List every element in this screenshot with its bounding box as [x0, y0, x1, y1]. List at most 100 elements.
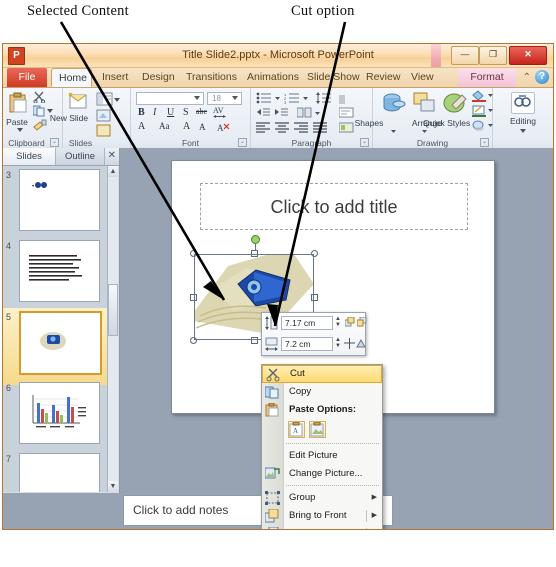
bold-button[interactable]: B — [138, 107, 145, 118]
close-button[interactable]: ✕ — [509, 46, 547, 65]
font-family-dropdown-icon[interactable] — [194, 95, 200, 101]
thumbnail-slide-5[interactable]: 5 — [3, 308, 109, 385]
italic-button[interactable]: I — [153, 107, 156, 118]
shape-outline-icon[interactable] — [472, 105, 486, 117]
new-slide-icon[interactable] — [68, 92, 88, 110]
close-pane-icon[interactable]: ✕ — [108, 150, 116, 161]
paragraph-dialog-launcher[interactable]: ⌄ — [360, 138, 369, 147]
align-center-icon[interactable] — [275, 122, 290, 133]
bullets-dropdown-icon[interactable] — [275, 96, 280, 101]
scroll-down-icon[interactable]: ▼ — [108, 481, 118, 492]
tab-design[interactable]: Design — [135, 68, 177, 87]
tab-transitions[interactable]: Transitions — [179, 68, 238, 87]
context-menu[interactable]: Cut Copy Paste Options: A Edit Picture C… — [261, 364, 383, 529]
text-direction-icon[interactable]: ||| — [339, 92, 355, 104]
numbering-dropdown-icon[interactable] — [303, 96, 308, 101]
arrange-dropdown-icon[interactable] — [422, 129, 427, 134]
tab-review[interactable]: Review — [359, 68, 402, 87]
align-right-icon[interactable] — [294, 122, 309, 133]
font-color-button[interactable]: A — [138, 121, 145, 132]
spinner-down-icon[interactable]: ▼ — [334, 343, 342, 349]
paste-icon[interactable] — [9, 92, 29, 114]
help-icon[interactable]: ? — [535, 70, 549, 84]
strikethrough-button[interactable]: abc — [196, 107, 207, 116]
paste-option-keep-source-formatting[interactable]: A — [288, 421, 305, 438]
minimize-ribbon-icon[interactable]: ⌃ — [523, 72, 531, 83]
decrease-font-size-button[interactable]: A — [199, 122, 206, 132]
layout-dropdown-icon[interactable] — [114, 97, 120, 103]
editing-label[interactable]: Editing — [493, 116, 553, 126]
shape-width-spinner[interactable]: ▲ ▼ — [334, 337, 342, 351]
columns-dropdown-icon[interactable] — [315, 111, 320, 116]
new-slide-label[interactable]: New Slide — [35, 113, 103, 123]
rotation-handle[interactable] — [251, 235, 260, 244]
shapes-dropdown-icon[interactable] — [391, 129, 396, 134]
decrease-indent-icon[interactable] — [256, 107, 271, 119]
quick-styles-icon[interactable] — [443, 91, 469, 115]
thumbnail-slide-6[interactable]: 6 — [3, 379, 109, 456]
scroll-up-icon[interactable]: ▲ — [108, 166, 118, 177]
thumbnail-slide-7[interactable]: 7 — [3, 450, 109, 492]
shapes-icon[interactable] — [381, 91, 407, 117]
align-left-icon[interactable] — [256, 122, 271, 133]
tab-view[interactable]: View — [404, 68, 437, 87]
maximize-button[interactable]: ❐ — [479, 46, 507, 65]
tab-slide-show[interactable]: Slide Show — [300, 68, 360, 87]
context-menu-item-send-to-back[interactable]: Send to Back ▶ — [262, 525, 382, 529]
shape-height-spinner[interactable]: ▲ ▼ — [334, 316, 342, 330]
context-menu-item-bring-to-front[interactable]: Bring to Front ▶ — [262, 507, 382, 525]
paste-option-picture[interactable] — [309, 421, 326, 438]
context-menu-item-group[interactable]: Group ▶ — [262, 489, 382, 507]
font-size-dropdown-icon[interactable] — [232, 95, 238, 101]
change-case-button[interactable]: Aa — [159, 121, 170, 131]
slide-thumbnail-list[interactable]: 3 • 4 5 6 7 — [3, 166, 109, 492]
shape-fill-icon[interactable] — [472, 90, 486, 102]
rotate-objects-icon[interactable] — [356, 338, 367, 349]
arrange-icon[interactable] — [413, 92, 437, 114]
context-menu-item-change-picture[interactable]: Change Picture... — [262, 465, 382, 483]
drawing-dialog-launcher[interactable]: ⌄ — [480, 138, 489, 147]
thumbnail-number: 6 — [6, 383, 12, 393]
send-backward-icon[interactable] — [357, 317, 367, 328]
tab-format[interactable]: Format — [458, 68, 516, 87]
shadow-button[interactable]: S — [183, 107, 189, 118]
align-objects-icon[interactable] — [344, 338, 355, 349]
quick-access-divider — [431, 44, 441, 67]
spinner-down-icon[interactable]: ▼ — [334, 322, 342, 328]
tab-insert[interactable]: Insert — [95, 68, 133, 87]
scrollbar-thumb[interactable] — [108, 284, 118, 336]
tab-slides-thumbnails[interactable]: Slides — [3, 148, 56, 165]
increase-indent-icon[interactable] — [274, 107, 289, 119]
thumbnail-slide-4[interactable]: 4 — [3, 237, 109, 314]
thumbnail-slide-3[interactable]: 3 • — [3, 166, 109, 243]
section-icon[interactable] — [96, 124, 112, 137]
context-menu-item-copy[interactable]: Copy — [262, 383, 382, 401]
clear-formatting-icon[interactable]: A — [216, 121, 231, 135]
underline-button[interactable]: U — [167, 107, 174, 118]
title-placeholder[interactable]: Click to add title — [200, 183, 468, 230]
bring-forward-icon[interactable] — [345, 317, 355, 328]
line-spacing-icon[interactable] — [316, 92, 332, 104]
slides-pane-scrollbar[interactable]: ▲ ▼ — [107, 166, 118, 492]
paste-dropdown-icon[interactable] — [17, 127, 23, 133]
mini-toolbar[interactable]: 7.17 cm ▲ ▼ 7.2 cm ▲ ▼ — [261, 312, 367, 356]
increase-font-size-button[interactable]: A — [183, 121, 190, 132]
tab-animations[interactable]: Animations — [240, 68, 299, 87]
editing-dropdown-icon[interactable] — [520, 128, 526, 134]
shape-width-input[interactable]: 7.2 cm — [281, 337, 333, 351]
context-menu-item-edit-picture[interactable]: Edit Picture — [262, 447, 382, 465]
font-dialog-launcher[interactable]: ⌄ — [238, 138, 247, 147]
bullets-icon[interactable] — [256, 92, 272, 104]
cut-ribbon-icon[interactable] — [33, 91, 46, 103]
context-menu-item-cut[interactable]: Cut — [262, 365, 382, 383]
minimize-button[interactable]: — — [451, 46, 479, 65]
tab-outline[interactable]: Outline — [56, 148, 105, 165]
tab-home[interactable]: Home — [51, 68, 92, 87]
numbering-icon[interactable]: 1 2 3 — [284, 92, 300, 104]
layout-icon[interactable] — [96, 92, 113, 106]
svg-text:3: 3 — [284, 100, 287, 104]
ribbon-group-font: 18 B I U S abc AV A Aa A A A Font ⌄ — [131, 88, 251, 149]
find-icon[interactable] — [511, 92, 535, 114]
tab-file[interactable]: File — [7, 68, 47, 87]
shape-height-input[interactable]: 7.17 cm — [281, 316, 333, 330]
